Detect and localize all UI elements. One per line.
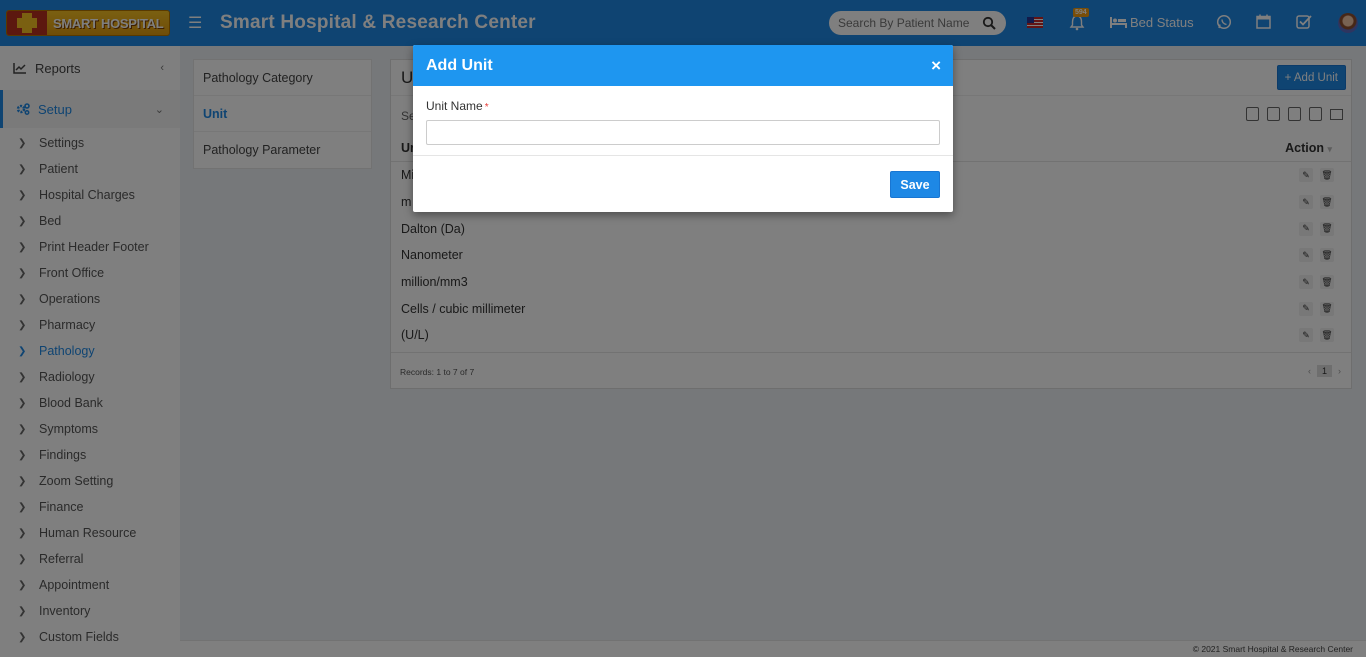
modal-title: Add Unit bbox=[426, 56, 493, 74]
close-icon[interactable]: × bbox=[931, 57, 941, 74]
required-mark: * bbox=[484, 102, 489, 113]
unit-name-input[interactable] bbox=[426, 120, 940, 145]
add-unit-modal: Add Unit × Unit Name * Save bbox=[413, 45, 953, 212]
unit-name-label-text: Unit Name bbox=[426, 99, 483, 113]
unit-name-label: Unit Name * bbox=[426, 99, 489, 113]
save-button[interactable]: Save bbox=[890, 171, 940, 198]
modal-body: Unit Name * bbox=[413, 86, 953, 156]
modal-header: Add Unit × bbox=[413, 45, 953, 86]
